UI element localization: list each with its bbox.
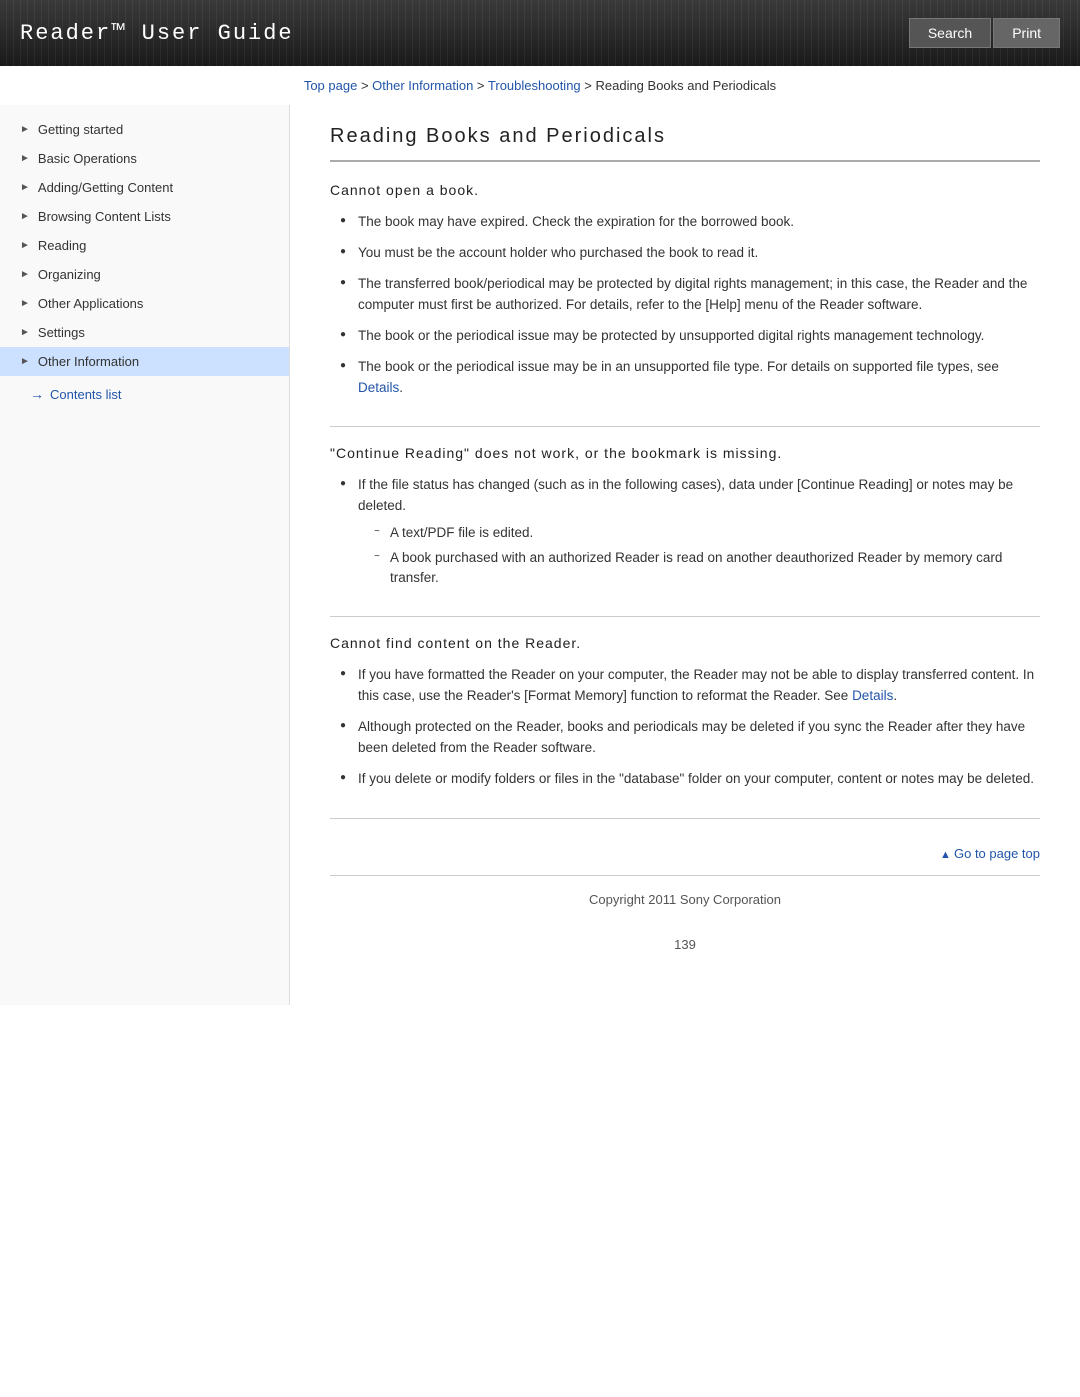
chevron-right-icon: ►	[20, 327, 30, 338]
go-to-page-top-link[interactable]: Go to page top	[940, 846, 1040, 861]
chevron-right-icon: ►	[20, 298, 30, 309]
sub-bullet-list: A text/PDF file is edited. A book purcha…	[358, 523, 1040, 588]
copyright-text: Copyright 2011 Sony Corporation	[589, 892, 781, 907]
list-item: If you have formatted the Reader on your…	[340, 665, 1040, 707]
chevron-right-icon: ►	[20, 240, 30, 251]
header: Reader™ User Guide Search Print	[0, 0, 1080, 66]
list-item: You must be the account holder who purch…	[340, 243, 1040, 264]
sidebar-item-label: Basic Operations	[38, 151, 137, 166]
chevron-right-icon: ►	[20, 211, 30, 222]
sidebar-item-label: Other Information	[38, 354, 139, 369]
sidebar-item-label: Reading	[38, 238, 86, 253]
sidebar-item-reading[interactable]: ► Reading	[0, 231, 289, 260]
chevron-right-icon: ►	[20, 153, 30, 164]
sidebar-item-label: Organizing	[38, 267, 101, 282]
section-cannot-open: Cannot open a book. The book may have ex…	[330, 182, 1040, 427]
page-title: Reading Books and Periodicals	[330, 125, 1040, 162]
section-cannot-find: Cannot find content on the Reader. If yo…	[330, 635, 1040, 819]
sidebar-item-label: Settings	[38, 325, 85, 340]
contents-list-link[interactable]: → Contents list	[0, 376, 289, 412]
chevron-right-icon: ►	[20, 356, 30, 367]
go-to-top: Go to page top	[330, 837, 1040, 865]
bullet-list-cannot-open: The book may have expired. Check the exp…	[330, 212, 1040, 398]
footer: Copyright 2011 Sony Corporation	[330, 875, 1040, 917]
bullet-list-cannot-find: If you have formatted the Reader on your…	[330, 665, 1040, 790]
layout: ► Getting started ► Basic Operations ► A…	[0, 105, 1080, 1005]
details-link-2[interactable]: Details	[852, 688, 893, 703]
print-button[interactable]: Print	[993, 18, 1060, 48]
section-continue-reading: "Continue Reading" does not work, or the…	[330, 445, 1040, 617]
search-button[interactable]: Search	[909, 18, 991, 48]
list-item: If you delete or modify folders or files…	[340, 769, 1040, 790]
arrow-right-icon: →	[30, 386, 44, 402]
chevron-right-icon: ►	[20, 124, 30, 135]
sidebar-item-label: Adding/Getting Content	[38, 180, 173, 195]
breadcrumb-sep1: >	[357, 78, 372, 93]
section-title-cannot-open: Cannot open a book.	[330, 182, 1040, 198]
sidebar-item-getting-started[interactable]: ► Getting started	[0, 115, 289, 144]
breadcrumb-top-page[interactable]: Top page	[304, 78, 358, 93]
section-title-continue-reading: "Continue Reading" does not work, or the…	[330, 445, 1040, 461]
sidebar-item-other-applications[interactable]: ► Other Applications	[0, 289, 289, 318]
sidebar-item-settings[interactable]: ► Settings	[0, 318, 289, 347]
list-item: A book purchased with an authorized Read…	[374, 548, 1040, 589]
list-item: The transferred book/periodical may be p…	[340, 274, 1040, 316]
chevron-right-icon: ►	[20, 269, 30, 280]
list-item: The book may have expired. Check the exp…	[340, 212, 1040, 233]
list-item: Although protected on the Reader, books …	[340, 717, 1040, 759]
main-content: Reading Books and Periodicals Cannot ope…	[290, 105, 1080, 1005]
list-item: If the file status has changed (such as …	[340, 475, 1040, 588]
list-item: A text/PDF file is edited.	[374, 523, 1040, 543]
sidebar: ► Getting started ► Basic Operations ► A…	[0, 105, 290, 1005]
contents-list-label: Contents list	[50, 387, 122, 402]
chevron-right-icon: ►	[20, 182, 30, 193]
list-item: The book or the periodical issue may be …	[340, 357, 1040, 399]
header-buttons: Search Print	[909, 18, 1060, 48]
sidebar-item-adding-getting-content[interactable]: ► Adding/Getting Content	[0, 173, 289, 202]
sidebar-item-label: Browsing Content Lists	[38, 209, 171, 224]
breadcrumb-other-info[interactable]: Other Information	[372, 78, 473, 93]
section-title-cannot-find: Cannot find content on the Reader.	[330, 635, 1040, 651]
breadcrumb-current: Reading Books and Periodicals	[595, 78, 776, 93]
sidebar-item-basic-operations[interactable]: ► Basic Operations	[0, 144, 289, 173]
sidebar-item-other-information[interactable]: ► Other Information	[0, 347, 289, 376]
app-title: Reader™ User Guide	[20, 21, 294, 46]
page-number: 139	[330, 917, 1040, 962]
details-link-1[interactable]: Details	[358, 380, 399, 395]
sidebar-item-label: Other Applications	[38, 296, 144, 311]
breadcrumb-troubleshooting[interactable]: Troubleshooting	[488, 78, 581, 93]
list-item: The book or the periodical issue may be …	[340, 326, 1040, 347]
bullet-list-continue-reading: If the file status has changed (such as …	[330, 475, 1040, 588]
breadcrumb: Top page > Other Information > Troublesh…	[0, 66, 1080, 105]
breadcrumb-sep2: >	[473, 78, 488, 93]
breadcrumb-sep3: >	[581, 78, 596, 93]
sidebar-item-label: Getting started	[38, 122, 123, 137]
sidebar-item-browsing-content-lists[interactable]: ► Browsing Content Lists	[0, 202, 289, 231]
sidebar-item-organizing[interactable]: ► Organizing	[0, 260, 289, 289]
